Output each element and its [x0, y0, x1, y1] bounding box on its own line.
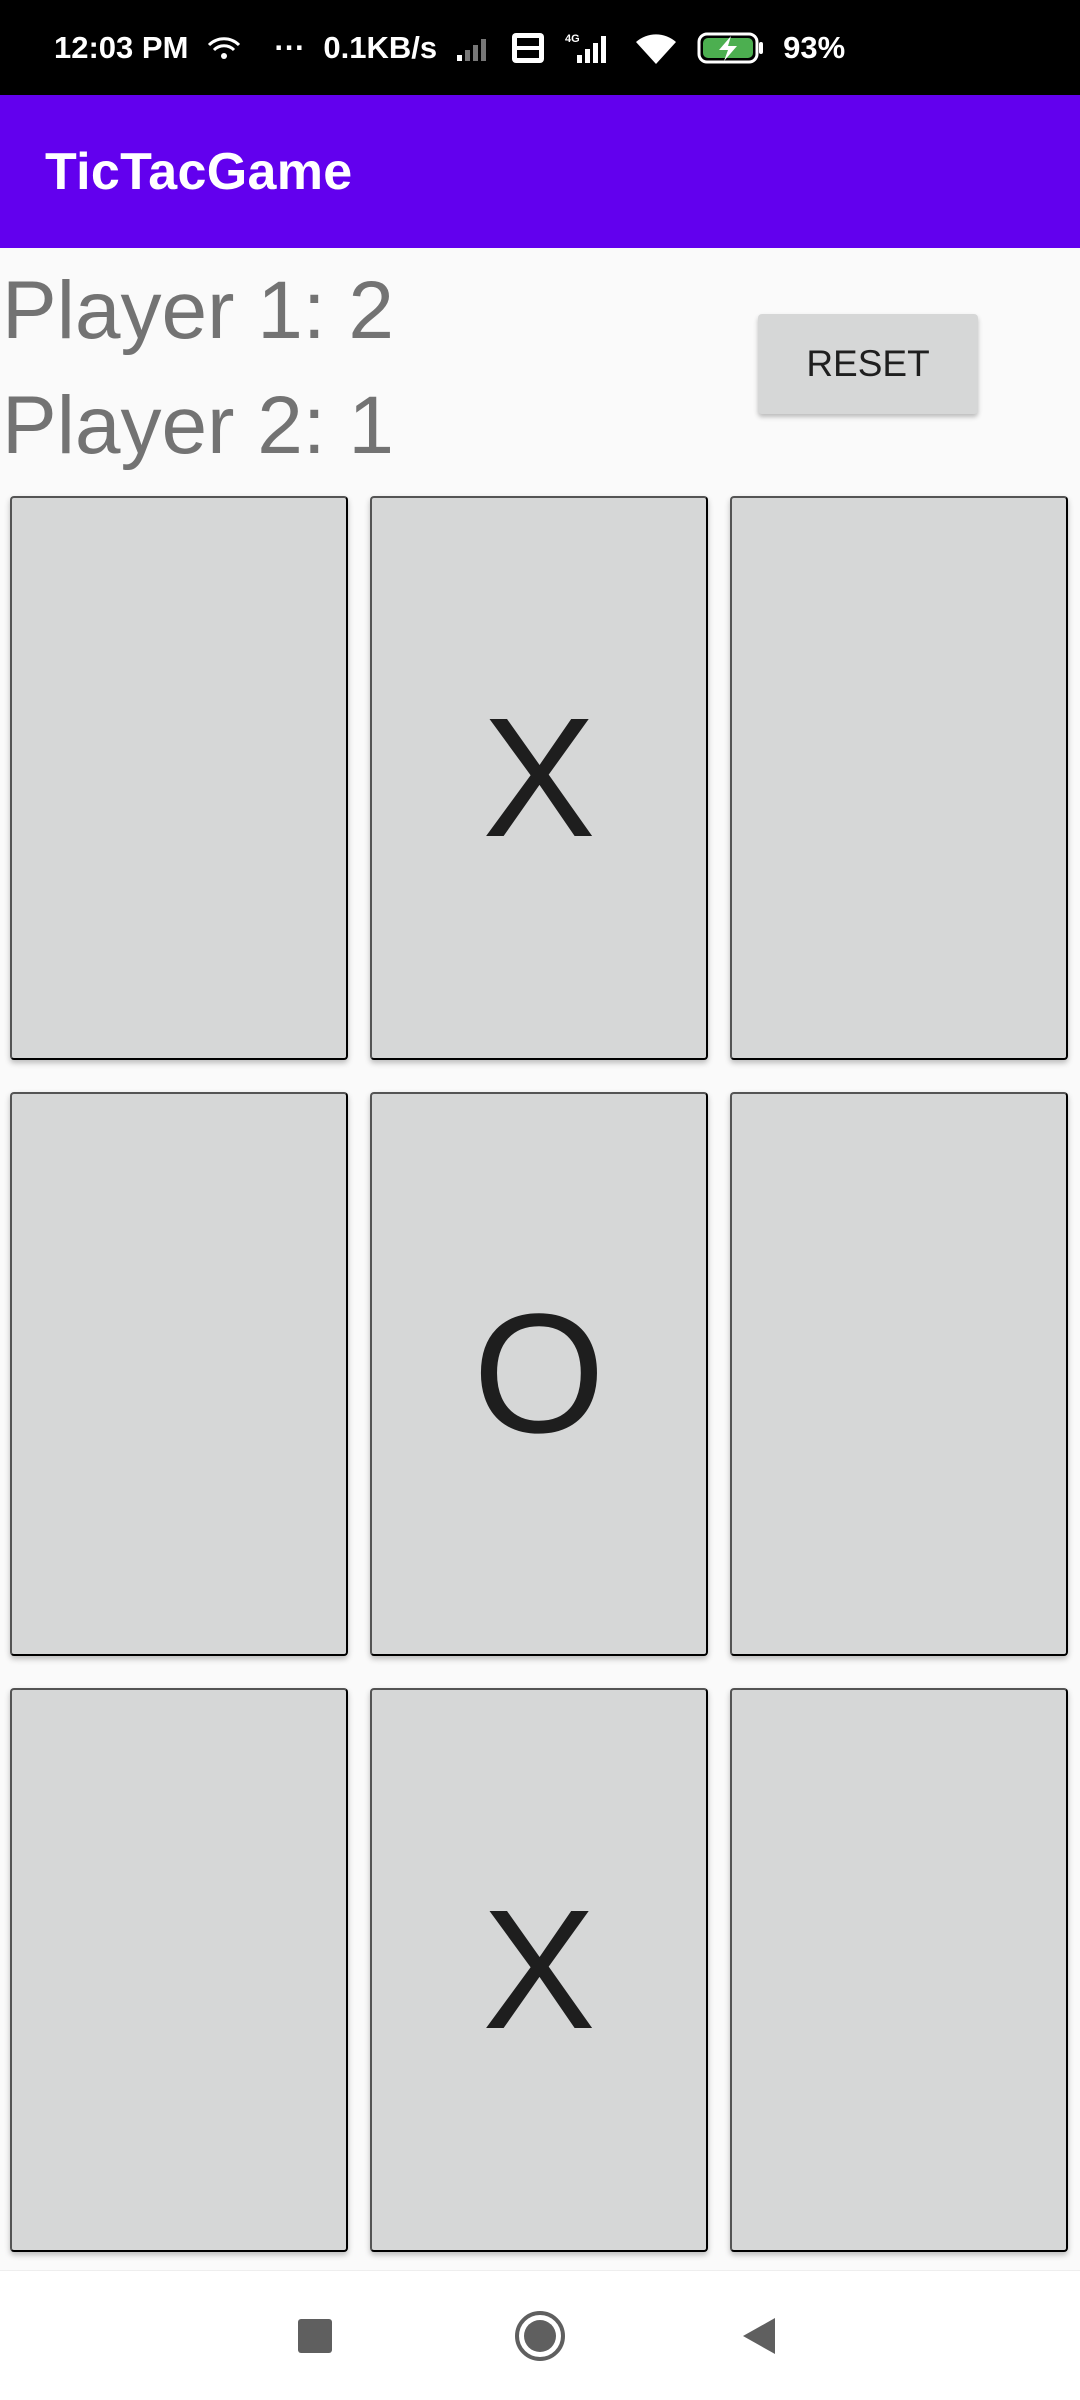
net-speed: 0.1KB/s	[323, 29, 438, 65]
app-title: TicTacGame	[45, 142, 353, 201]
board-cell-1[interactable]: X	[370, 496, 708, 1060]
battery-percent: 93%	[783, 29, 846, 65]
status-time: 12:03 PM	[54, 29, 189, 65]
battery-charging-icon	[697, 31, 765, 65]
more-indicator: ···	[274, 29, 306, 65]
board-cell-8[interactable]	[730, 1688, 1068, 2252]
board-cell-7[interactable]: X	[370, 1688, 708, 2252]
back-triangle-icon[interactable]	[726, 2303, 792, 2369]
board-cell-4[interactable]: O	[370, 1092, 708, 1656]
status-bar: 12:03 PM ··· 0.1KB/s 4G 93%	[0, 0, 1080, 95]
home-circle-icon[interactable]	[507, 2303, 573, 2369]
wifi-icon	[633, 31, 679, 65]
network-type-label: 4G	[565, 33, 580, 45]
volte-icon	[511, 32, 545, 64]
hotspot-icon	[206, 33, 242, 63]
recents-square-icon[interactable]	[282, 2303, 348, 2369]
board-cell-6[interactable]	[10, 1688, 348, 2252]
navigation-bar	[0, 2270, 1080, 2400]
signal-icon	[455, 33, 493, 63]
signal-4g-icon: 4G	[563, 31, 615, 65]
player1-score: Player 1: 2	[2, 265, 394, 356]
reset-button[interactable]: RESET	[758, 314, 978, 414]
board-cell-0[interactable]	[10, 496, 348, 1060]
board-cell-5[interactable]	[730, 1092, 1068, 1656]
app-bar: TicTacGame	[0, 95, 1080, 248]
board-cell-3[interactable]	[10, 1092, 348, 1656]
player2-score: Player 2: 1	[2, 380, 394, 471]
board-cell-2[interactable]	[730, 496, 1068, 1060]
